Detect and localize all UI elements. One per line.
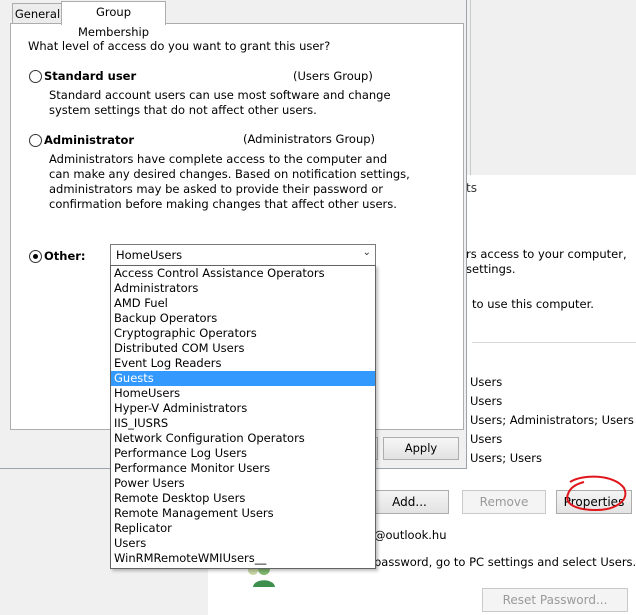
access-question: What level of access do you want to gran…	[28, 39, 331, 53]
user-group-cell[interactable]: Users	[470, 394, 502, 408]
administrator-desc: Administrators have complete access to t…	[49, 152, 388, 166]
email-text: @outlook.hu	[374, 528, 447, 542]
background-tab-fragment[interactable]: ts	[466, 181, 477, 195]
add-button[interactable]: Add...	[370, 490, 449, 514]
dropdown-option[interactable]: Distributed COM Users	[111, 341, 375, 356]
dropdown-option[interactable]: Guests	[111, 371, 375, 386]
chevron-down-icon[interactable]: ⌄	[363, 247, 371, 258]
administrator-radio[interactable]	[29, 134, 42, 147]
standard-user-desc: Standard account users can use most soft…	[49, 88, 391, 102]
administrator-label[interactable]: Administrator	[44, 133, 134, 147]
background-text-line: to use this computer.	[472, 297, 594, 311]
dropdown-option[interactable]: Network Configuration Operators	[111, 431, 375, 446]
dropdown-option[interactable]: Access Control Assistance Operators	[111, 266, 375, 281]
dropdown-option[interactable]: AMD Fuel	[111, 296, 375, 311]
red-circle-annotation	[566, 475, 627, 512]
administrator-desc: administrators may be asked to provide t…	[49, 182, 383, 196]
dropdown-option[interactable]: WinRMRemoteWMIUsers__	[111, 551, 375, 566]
dropdown-option[interactable]: HomeUsers	[111, 386, 375, 401]
tab-general[interactable]: General	[12, 3, 63, 24]
administrator-desc: confirmation before making changes that …	[49, 197, 397, 211]
dropdown-option[interactable]: Hyper-V Administrators	[111, 401, 375, 416]
dropdown-option[interactable]: Performance Log Users	[111, 446, 375, 461]
other-label[interactable]: Other:	[44, 249, 86, 263]
administrator-group: (Administrators Group)	[243, 132, 376, 146]
remove-button[interactable]: Remove	[462, 490, 546, 514]
standard-user-label[interactable]: Standard user	[44, 69, 136, 83]
standard-user-radio[interactable]	[29, 70, 42, 83]
dropdown-option[interactable]: Users	[111, 536, 375, 551]
list-header	[472, 342, 636, 343]
dropdown-option[interactable]: Performance Monitor Users	[111, 461, 375, 476]
standard-user-desc: system settings that do not affect other…	[49, 103, 317, 117]
group-select-value: HomeUsers	[116, 248, 183, 262]
dropdown-option[interactable]: Power Users	[111, 476, 375, 491]
password-hint-text: password, go to PC settings and select U…	[374, 555, 636, 569]
other-radio[interactable]	[29, 250, 42, 263]
user-group-cell[interactable]: Users; Administrators; Users	[470, 413, 634, 427]
user-group-cell[interactable]: Users	[470, 432, 502, 446]
group-dropdown-list[interactable]: Access Control Assistance Operators Admin…	[110, 265, 376, 569]
standard-user-group: (Users Group)	[293, 69, 373, 83]
dropdown-option[interactable]: Replicator	[111, 521, 375, 536]
tab-group-membership[interactable]: Group Membership	[61, 1, 166, 39]
background-text-line: settings.	[466, 262, 516, 276]
administrator-desc: can make any desired changes. Based on n…	[49, 167, 410, 181]
background-divider	[470, 0, 471, 175]
apply-button[interactable]: Apply	[383, 437, 459, 460]
dropdown-option[interactable]: Cryptographic Operators	[111, 326, 375, 341]
background-text-line: rs access to your computer,	[466, 247, 627, 261]
user-group-cell[interactable]: Users; Users	[470, 451, 542, 465]
dropdown-option[interactable]: Remote Desktop Users	[111, 491, 375, 506]
dropdown-option[interactable]: Event Log Readers	[111, 356, 375, 371]
dropdown-option[interactable]: IIS_IUSRS	[111, 416, 375, 431]
reset-password-button[interactable]: Reset Password...	[482, 588, 628, 612]
user-group-cell[interactable]: Users	[470, 375, 502, 389]
dropdown-option[interactable]: Remote Management Users	[111, 506, 375, 521]
group-select[interactable]: HomeUsers ⌄	[110, 244, 376, 266]
dropdown-option[interactable]: Administrators	[111, 281, 375, 296]
dropdown-option[interactable]: Backup Operators	[111, 311, 375, 326]
